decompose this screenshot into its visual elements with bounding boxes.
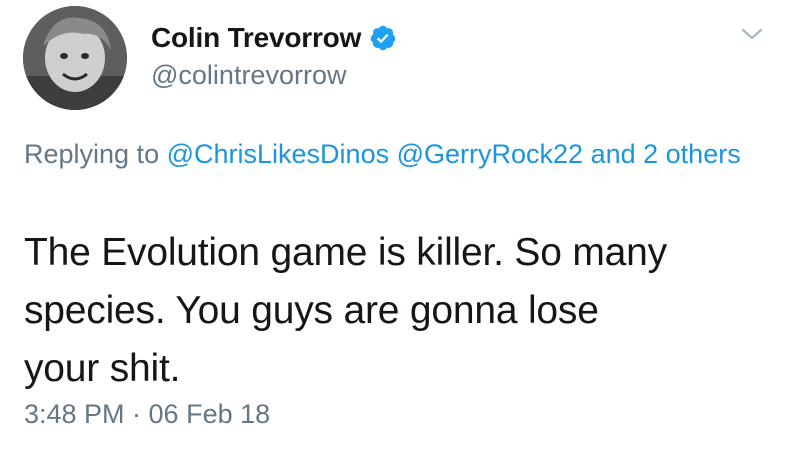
- mention-link-gerryrock22[interactable]: @GerryRock22: [397, 139, 583, 169]
- mention-link-chrislikesdinos[interactable]: @ChrisLikesDinos: [167, 139, 389, 169]
- display-name[interactable]: Colin Trevorrow: [151, 22, 361, 54]
- verified-badge-icon: [369, 24, 397, 52]
- tweet-text-line: your shit.: [24, 347, 181, 390]
- tweet-text-line: The Evolution game is killer. So many: [24, 231, 667, 274]
- tweet-timestamp[interactable]: 3:48 PM · 06 Feb 18: [24, 399, 270, 430]
- user-name-row: Colin Trevorrow: [151, 20, 397, 56]
- chevron-down-icon[interactable]: [737, 22, 767, 46]
- user-handle[interactable]: @colintrevorrow: [151, 60, 346, 91]
- profile-photo: [23, 6, 127, 110]
- avatar[interactable]: [23, 6, 127, 110]
- and-others-link[interactable]: and 2 others: [591, 139, 741, 169]
- tweet-card: Colin Trevorrow @colintrevorrow Replying…: [0, 0, 788, 457]
- replying-to-label: Replying to: [24, 139, 160, 169]
- replying-to-line: Replying to @ChrisLikesDinos @GerryRock2…: [24, 136, 754, 173]
- tweet-text: The Evolution game is killer. So many sp…: [24, 224, 764, 398]
- tweet-text-line: species. You guys are gonna lose: [24, 289, 599, 332]
